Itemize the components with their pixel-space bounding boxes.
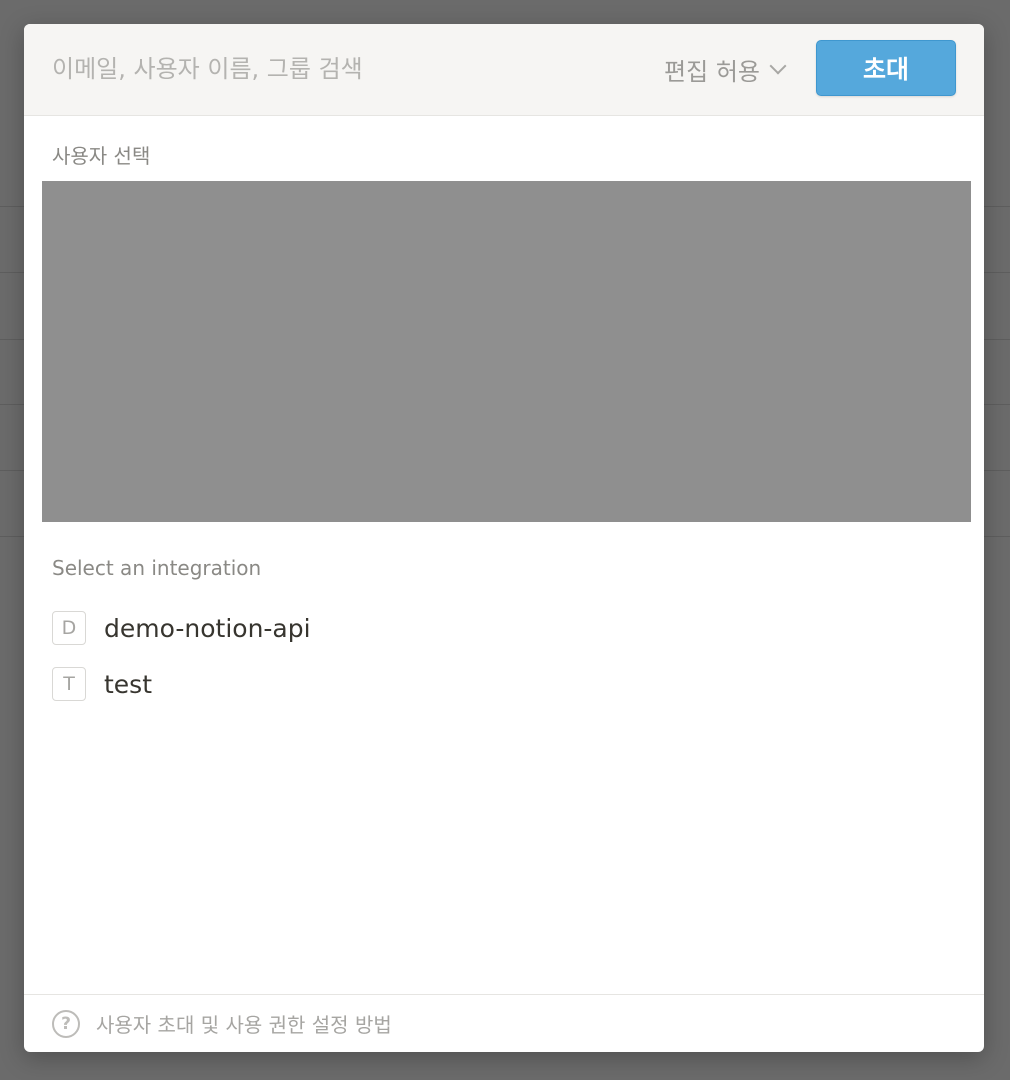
help-link[interactable]: 사용자 초대 및 사용 권한 설정 방법: [96, 1009, 392, 1038]
select-integration-label: Select an integration: [52, 556, 262, 580]
modal-footer: ? 사용자 초대 및 사용 권한 설정 방법: [24, 994, 984, 1052]
integration-avatar: T: [52, 667, 86, 701]
search-input[interactable]: [52, 50, 612, 88]
select-users-label: 사용자 선택: [52, 144, 151, 168]
invite-modal: 편집 허용 초대 사용자 선택 Select an integration D …: [24, 24, 984, 1052]
chevron-down-icon: [769, 57, 787, 75]
integration-item-demo-notion-api[interactable]: D demo-notion-api: [52, 610, 311, 646]
permission-label: 편집 허용: [664, 57, 760, 86]
invite-button[interactable]: 초대: [816, 40, 956, 96]
question-circle-icon[interactable]: ?: [52, 1010, 80, 1038]
integration-name: test: [104, 669, 153, 699]
integration-name: demo-notion-api: [104, 613, 311, 643]
users-list-redacted: [42, 181, 971, 522]
modal-header: 편집 허용 초대: [24, 24, 984, 116]
integration-item-test[interactable]: T test: [52, 666, 152, 702]
permission-dropdown[interactable]: 편집 허용: [664, 49, 787, 89]
integration-avatar: D: [52, 611, 86, 645]
